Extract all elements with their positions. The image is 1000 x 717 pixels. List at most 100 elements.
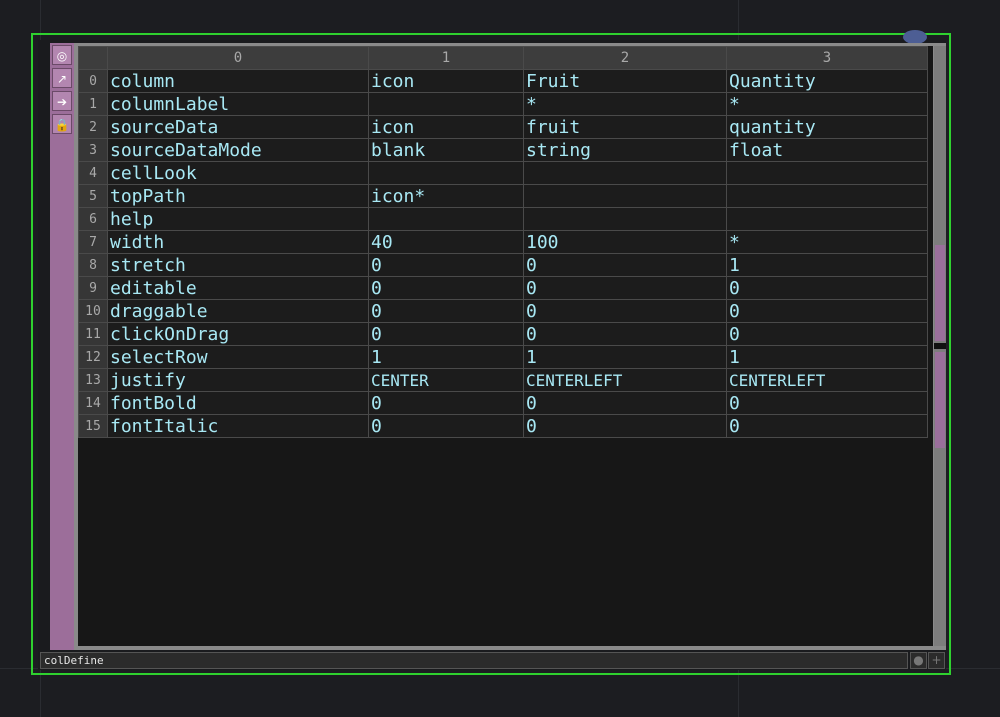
row-index[interactable]: 7 (78, 230, 108, 254)
table-cell[interactable]: icon (368, 115, 524, 139)
row-index[interactable]: 15 (78, 414, 108, 438)
table-cell[interactable]: 100 (523, 230, 727, 254)
table-cell[interactable]: * (726, 92, 928, 116)
table-cell[interactable] (368, 207, 524, 231)
table-cell[interactable]: clickOnDrag (107, 322, 369, 346)
operator-name-field[interactable]: colDefine (40, 652, 908, 669)
bypass-icon[interactable]: ↗ (52, 68, 72, 88)
table-cell[interactable]: 0 (368, 322, 524, 346)
table-cell[interactable]: stretch (107, 253, 369, 277)
table-cell[interactable]: sourceData (107, 115, 369, 139)
table-cell[interactable]: CENTERLEFT (726, 368, 928, 392)
table-cell[interactable]: 0 (726, 391, 928, 415)
row-index[interactable]: 8 (78, 253, 108, 277)
table-cell[interactable]: 0 (368, 414, 524, 438)
row-index[interactable]: 5 (78, 184, 108, 208)
lock-icon[interactable]: 🔒 (52, 114, 72, 134)
table-cell[interactable]: 0 (368, 253, 524, 277)
table-cell[interactable] (368, 161, 524, 185)
table-cell[interactable]: help (107, 207, 369, 231)
column-header[interactable]: 0 (107, 46, 369, 70)
table-cell[interactable]: 0 (726, 414, 928, 438)
column-header[interactable]: 1 (368, 46, 524, 70)
row-index[interactable]: 13 (78, 368, 108, 392)
scrollbar-thumb[interactable] (935, 352, 945, 448)
table-cell[interactable]: 0 (368, 299, 524, 323)
table-cell[interactable]: 0 (726, 322, 928, 346)
table-cell[interactable]: justify (107, 368, 369, 392)
data-table: 0 1 2 3 0 column icon Fruit Quantity 1 columnL… (78, 46, 928, 438)
table-cell[interactable]: cellLook (107, 161, 369, 185)
row-index[interactable]: 14 (78, 391, 108, 415)
table-cell[interactable]: draggable (107, 299, 369, 323)
table-cell[interactable]: 0 (523, 322, 727, 346)
table-cell[interactable]: topPath (107, 184, 369, 208)
table-cell[interactable]: selectRow (107, 345, 369, 369)
table-cell[interactable]: quantity (726, 115, 928, 139)
table-cell[interactable]: blank (368, 138, 524, 162)
table-cell[interactable]: 1 (726, 253, 928, 277)
table-cell[interactable]: 0 (523, 253, 727, 277)
table-cell[interactable]: fruit (523, 115, 727, 139)
table-cell[interactable]: 1 (523, 345, 727, 369)
table-cell[interactable]: columnLabel (107, 92, 369, 116)
table-cell[interactable]: 0 (726, 299, 928, 323)
table-cell[interactable]: 40 (368, 230, 524, 254)
table-cell[interactable]: column (107, 69, 369, 93)
table-cell[interactable]: CENTERLEFT (523, 368, 727, 392)
table-cell[interactable]: float (726, 138, 928, 162)
table-cell[interactable]: 1 (368, 345, 524, 369)
add-icon[interactable]: + (928, 652, 945, 669)
table-cell[interactable]: 0 (726, 276, 928, 300)
table-cell[interactable] (726, 161, 928, 185)
table-cell[interactable] (726, 207, 928, 231)
table-cell[interactable]: 0 (523, 299, 727, 323)
table-cell[interactable]: * (726, 230, 928, 254)
table-cell[interactable]: 0 (368, 276, 524, 300)
viewer-icon[interactable]: ◎ (52, 45, 72, 65)
table-cell[interactable]: CENTER (368, 368, 524, 392)
table-cell[interactable] (726, 184, 928, 208)
table-row: 4 cellLook (78, 161, 928, 185)
table-cell[interactable]: 1 (726, 345, 928, 369)
row-index[interactable]: 11 (78, 322, 108, 346)
table-cell[interactable]: 0 (523, 414, 727, 438)
row-index[interactable]: 9 (78, 276, 108, 300)
table-cell[interactable]: 0 (523, 276, 727, 300)
column-header[interactable]: 2 (523, 46, 727, 70)
row-index[interactable]: 10 (78, 299, 108, 323)
export-icon[interactable]: ➔ (52, 91, 72, 111)
row-index[interactable]: 1 (78, 92, 108, 116)
table-cell[interactable]: string (523, 138, 727, 162)
table-cell[interactable]: Quantity (726, 69, 928, 93)
row-index[interactable]: 2 (78, 115, 108, 139)
table-cell[interactable]: fontBold (107, 391, 369, 415)
table-cell[interactable]: sourceDataMode (107, 138, 369, 162)
table-cell[interactable]: width (107, 230, 369, 254)
row-index[interactable]: 4 (78, 161, 108, 185)
table-cell[interactable]: Fruit (523, 69, 727, 93)
table-cell[interactable]: 0 (523, 391, 727, 415)
table-cell[interactable]: fontItalic (107, 414, 369, 438)
table-cell[interactable] (523, 207, 727, 231)
table-row: 12 selectRow 1 1 1 (78, 345, 928, 369)
table-cell[interactable]: icon (368, 69, 524, 93)
table-row: 9 editable 0 0 0 (78, 276, 928, 300)
row-index[interactable]: 6 (78, 207, 108, 231)
table-row: 11 clickOnDrag 0 0 0 (78, 322, 928, 346)
row-index[interactable]: 3 (78, 138, 108, 162)
column-header[interactable]: 3 (726, 46, 928, 70)
table-cell[interactable] (523, 161, 727, 185)
row-index[interactable]: 0 (78, 69, 108, 93)
table-cell[interactable]: icon* (368, 184, 524, 208)
table-cell[interactable]: * (523, 92, 727, 116)
scrollbar-thumb[interactable] (935, 245, 945, 341)
table-cell[interactable]: 0 (368, 391, 524, 415)
node-flag-indicator[interactable] (903, 30, 927, 44)
table-cell[interactable] (368, 92, 524, 116)
table-cell[interactable] (523, 184, 727, 208)
active-toggle-icon[interactable]: ● (910, 652, 927, 669)
row-index[interactable]: 12 (78, 345, 108, 369)
table-cell[interactable]: editable (107, 276, 369, 300)
table-row: 1 columnLabel * * (78, 92, 928, 116)
